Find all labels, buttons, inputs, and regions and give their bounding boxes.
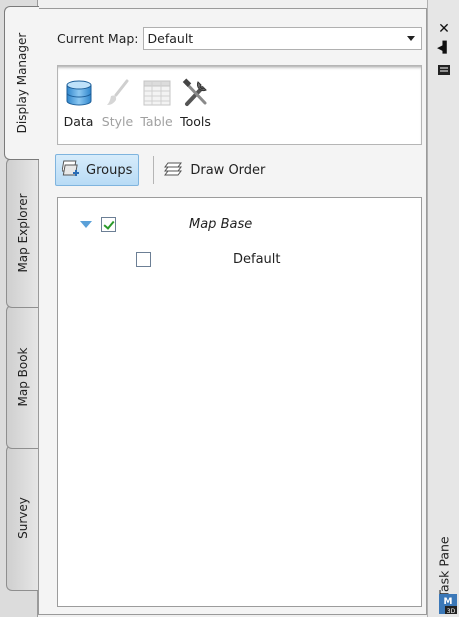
data-button[interactable]: Data bbox=[64, 78, 93, 144]
group-name: Map Base bbox=[189, 216, 253, 232]
current-map-value: Default bbox=[147, 30, 194, 46]
task-pane-label: Task Pane bbox=[436, 536, 452, 598]
chevron-down-icon bbox=[407, 35, 415, 41]
draw-order-label: Draw Order bbox=[190, 162, 266, 178]
tab-map-book-label: Map Book bbox=[15, 347, 30, 407]
draw-order-icon bbox=[164, 160, 184, 181]
current-map-dropdown[interactable]: Default bbox=[142, 26, 422, 50]
left-tab-strip: Survey Map Book Map Explorer Display Man… bbox=[0, 0, 39, 617]
auto-hide-icon[interactable]: ◂▌ bbox=[437, 41, 451, 55]
table-label: Table bbox=[140, 114, 173, 129]
group-visibility-checkbox[interactable] bbox=[101, 216, 116, 232]
close-icon[interactable]: ✕ bbox=[437, 22, 451, 36]
groups-label: Groups bbox=[86, 162, 133, 178]
tab-display-manager[interactable]: Display Manager bbox=[4, 6, 39, 160]
draw-order-button[interactable]: Draw Order bbox=[164, 154, 265, 186]
tab-map-explorer[interactable]: Map Explorer bbox=[6, 158, 38, 308]
display-manager-toolbar: Data Style Table Tools bbox=[57, 65, 422, 145]
groups-button[interactable]: Groups bbox=[55, 154, 140, 186]
style-button[interactable]: Style bbox=[101, 78, 134, 144]
toolbar-separator bbox=[153, 156, 155, 184]
brush-icon bbox=[103, 78, 133, 108]
view-toggle-row: Groups Draw Order bbox=[55, 153, 422, 187]
database-icon bbox=[64, 78, 94, 108]
table-button[interactable]: Table bbox=[140, 78, 173, 144]
tools-button[interactable]: Tools bbox=[180, 78, 211, 144]
badge-3d-text: 3D bbox=[447, 608, 456, 614]
map-3d-icon[interactable]: M 3D bbox=[439, 594, 457, 615]
data-label: Data bbox=[63, 114, 94, 129]
current-map-row: Current Map: Default bbox=[57, 26, 422, 50]
tab-map-book[interactable]: Map Book bbox=[6, 305, 38, 449]
expand-arrow-icon[interactable] bbox=[80, 220, 92, 228]
tools-icon bbox=[181, 78, 211, 108]
svg-text:M: M bbox=[444, 597, 453, 607]
groups-icon bbox=[61, 160, 82, 181]
current-map-label: Current Map: bbox=[57, 30, 139, 46]
tree-group-row[interactable]: Map Base bbox=[80, 214, 410, 234]
right-palette-strip: ✕ ◂▌ Task Pane M 3D bbox=[427, 0, 459, 617]
table-icon bbox=[142, 78, 172, 108]
tab-survey[interactable]: Survey bbox=[6, 445, 38, 591]
layer-visibility-checkbox[interactable] bbox=[136, 251, 151, 267]
tab-survey-label: Survey bbox=[15, 497, 30, 539]
layer-name: Default bbox=[233, 251, 281, 267]
properties-icon[interactable] bbox=[437, 63, 451, 77]
tools-label: Tools bbox=[180, 114, 211, 129]
tab-map-explorer-label: Map Explorer bbox=[15, 193, 30, 273]
display-manager-panel: Current Map: Default Data Style Table To… bbox=[38, 8, 427, 615]
layer-tree: Map Base Default bbox=[57, 197, 422, 607]
tree-layer-row[interactable]: Default bbox=[136, 249, 406, 269]
style-label: Style bbox=[101, 114, 134, 129]
tab-display-manager-label: Display Manager bbox=[15, 32, 29, 134]
